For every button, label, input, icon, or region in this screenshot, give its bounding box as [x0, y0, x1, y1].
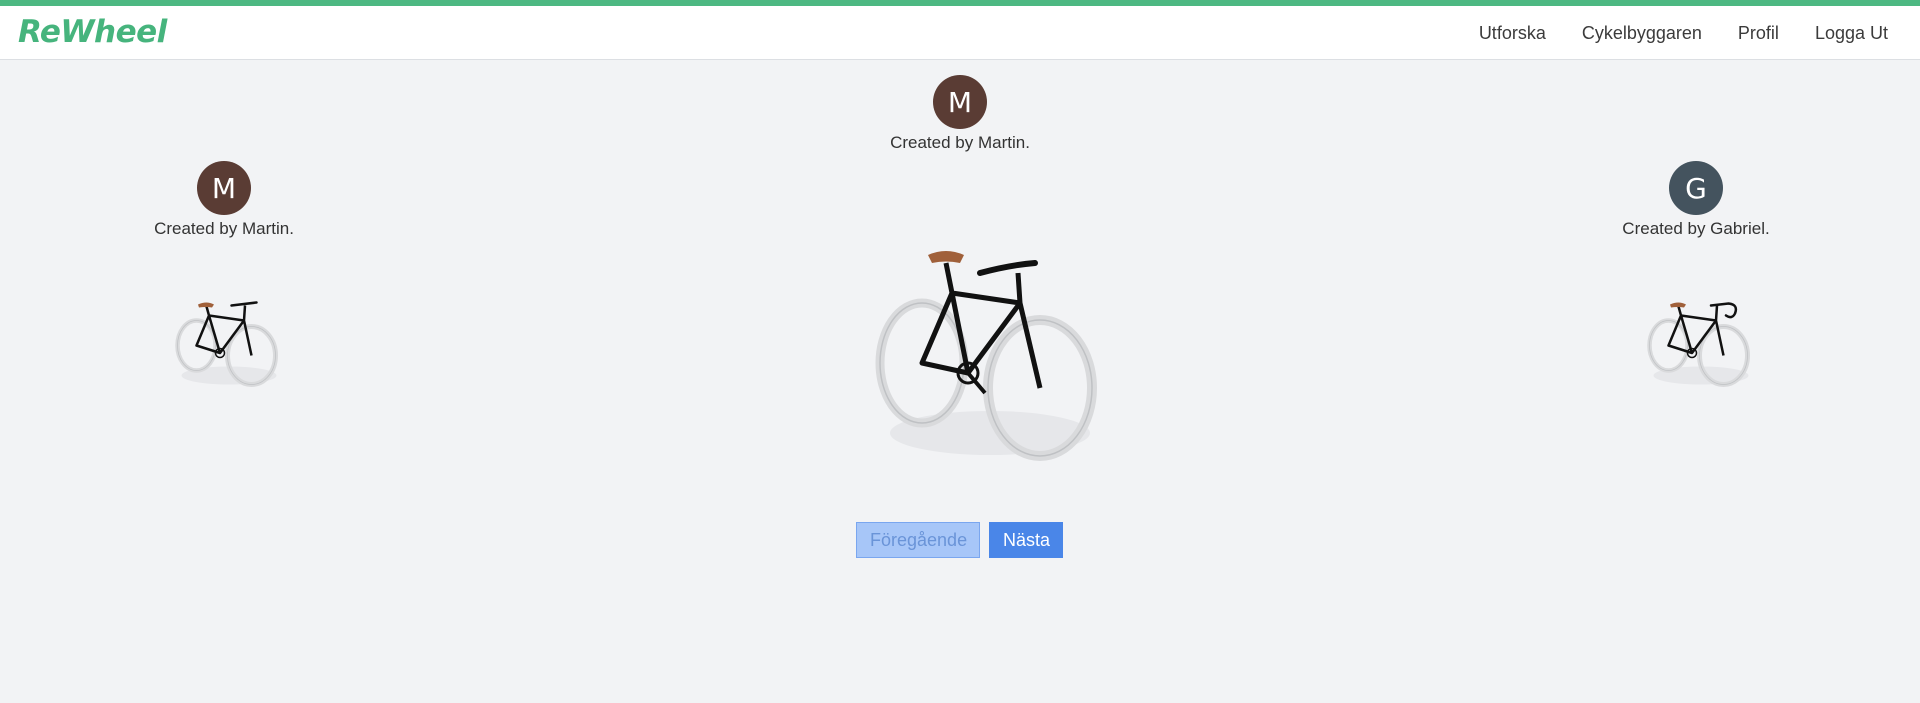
avatar: G	[1669, 161, 1723, 215]
next-button[interactable]: Nästa	[989, 522, 1063, 558]
creator-caption: Created by Martin.	[154, 219, 294, 238]
bike-card-center[interactable]: M Created by Martin.	[860, 75, 1097, 463]
brand-logo[interactable]: ReWheel	[18, 14, 167, 50]
bike-card-right[interactable]: G Created by Gabriel.	[1596, 161, 1796, 403]
nav-link-utforska[interactable]: Utforska	[1479, 23, 1546, 44]
creator-caption: Created by Martin.	[890, 133, 1030, 152]
nav-link-profil[interactable]: Profil	[1738, 23, 1779, 44]
bike-image	[875, 251, 1097, 461]
avatar: M	[933, 75, 987, 129]
nav-link-cykelbyggaren[interactable]: Cykelbyggaren	[1582, 23, 1702, 44]
bike-image	[175, 301, 278, 387]
nav-link-logga-ut[interactable]: Logga Ut	[1815, 23, 1888, 44]
creator-caption: Created by Gabriel.	[1622, 219, 1770, 238]
previous-button[interactable]: Föregående	[856, 522, 980, 558]
bike-image	[1647, 302, 1750, 387]
carousel-controls: Föregående Nästa	[856, 522, 1063, 558]
nav-links: Utforska Cykelbyggaren Profil Logga Ut	[1443, 6, 1888, 60]
bike-card-left[interactable]: M Created by Martin.	[124, 161, 324, 403]
avatar: M	[197, 161, 251, 215]
navbar: ReWheel Utforska Cykelbyggaren Profil Lo…	[0, 6, 1920, 60]
